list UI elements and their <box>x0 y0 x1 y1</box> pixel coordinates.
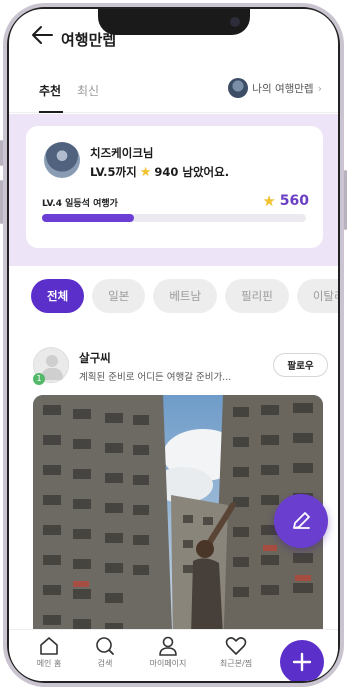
user-avatar <box>44 142 80 178</box>
level-message: LV.5까지 ★ 940 남았어요. <box>90 164 229 180</box>
level-badge: 1 <box>33 373 45 385</box>
write-post-button[interactable] <box>274 494 328 548</box>
chip-country[interactable]: 필리핀 <box>225 279 289 313</box>
active-tab-indicator <box>39 111 63 113</box>
chip-all[interactable]: 전체 <box>31 279 85 313</box>
nav-mypage-label: 마이페이지 <box>149 659 187 668</box>
my-guide-label: 나의 여행만렙 <box>252 82 314 95</box>
heart-icon <box>225 637 247 655</box>
feed-tabs: 추천 최신 나의 여행만렙 › <box>9 69 338 113</box>
plus-icon <box>292 652 312 672</box>
tab-latest[interactable]: 최신 <box>77 82 99 99</box>
current-level-label: LV.4 일등석 여행가 <box>42 199 118 209</box>
post-description: 계획된 준비로 어디든 여행갈 준비가... <box>79 372 232 383</box>
chip-country[interactable]: 이탈리아 <box>296 279 338 313</box>
points-value: 560 <box>279 193 309 209</box>
nav-mypage[interactable]: 마이페이지 <box>138 636 198 669</box>
level-progress-fill <box>42 214 135 222</box>
nav-home[interactable]: 메인 홈 <box>19 636 79 669</box>
level-card[interactable]: 치즈케이크님 LV.5까지 ★ 940 남았어요. LV.4 일등석 여행가 ★… <box>26 126 323 248</box>
side-button <box>0 140 3 166</box>
star-icon: ★ <box>262 192 276 210</box>
avatar <box>228 78 249 98</box>
level-progress-bar <box>42 214 306 222</box>
post-header: 1 살구씨 계획된 준비로 어디든 여행갈 준비가... 팔로우 <box>9 339 338 387</box>
level-section: 치즈케이크님 LV.5까지 ★ 940 남았어요. LV.4 일등석 여행가 ★… <box>9 114 338 266</box>
star-icon: ★ <box>139 164 152 180</box>
nav-search-label: 검색 <box>97 659 113 668</box>
app-screen: 여행만렙 추천 최신 나의 여행만렙 › 치즈케이크님 LV.5까지 ★ 940… <box>9 9 338 681</box>
person-icon <box>159 636 177 656</box>
chip-country[interactable]: 베트남 <box>153 279 218 313</box>
camera-icon <box>230 17 240 27</box>
level-message-prefix: LV.5까지 <box>90 165 137 179</box>
nav-recent-liked[interactable]: 최근본/찜 <box>206 636 266 669</box>
post-author-name[interactable]: 살구씨 <box>79 350 111 366</box>
chip-country[interactable]: 일본 <box>92 279 146 313</box>
nav-recent-liked-label: 최근본/찜 <box>219 659 253 668</box>
notch <box>98 9 250 35</box>
add-button[interactable] <box>280 640 324 681</box>
country-filter-chips: 전체일본베트남필리핀이탈리아 <box>31 279 338 315</box>
pencil-icon <box>293 512 310 529</box>
side-button <box>0 180 3 224</box>
back-arrow-icon[interactable] <box>31 25 53 45</box>
home-icon <box>40 637 58 655</box>
my-guide-link[interactable]: 나의 여행만렙 › <box>228 78 322 98</box>
nav-home-label: 메인 홈 <box>36 659 62 668</box>
user-name: 치즈케이크님 <box>90 146 154 160</box>
tab-recommended[interactable]: 추천 <box>39 82 61 99</box>
points-display: ★ 560 <box>262 192 309 210</box>
follow-button[interactable]: 팔로우 <box>273 353 328 377</box>
chevron-right-icon: › <box>317 81 322 95</box>
search-icon <box>96 637 114 655</box>
nav-search[interactable]: 검색 <box>75 636 135 669</box>
level-message-suffix: 940 남았어요. <box>154 165 230 179</box>
